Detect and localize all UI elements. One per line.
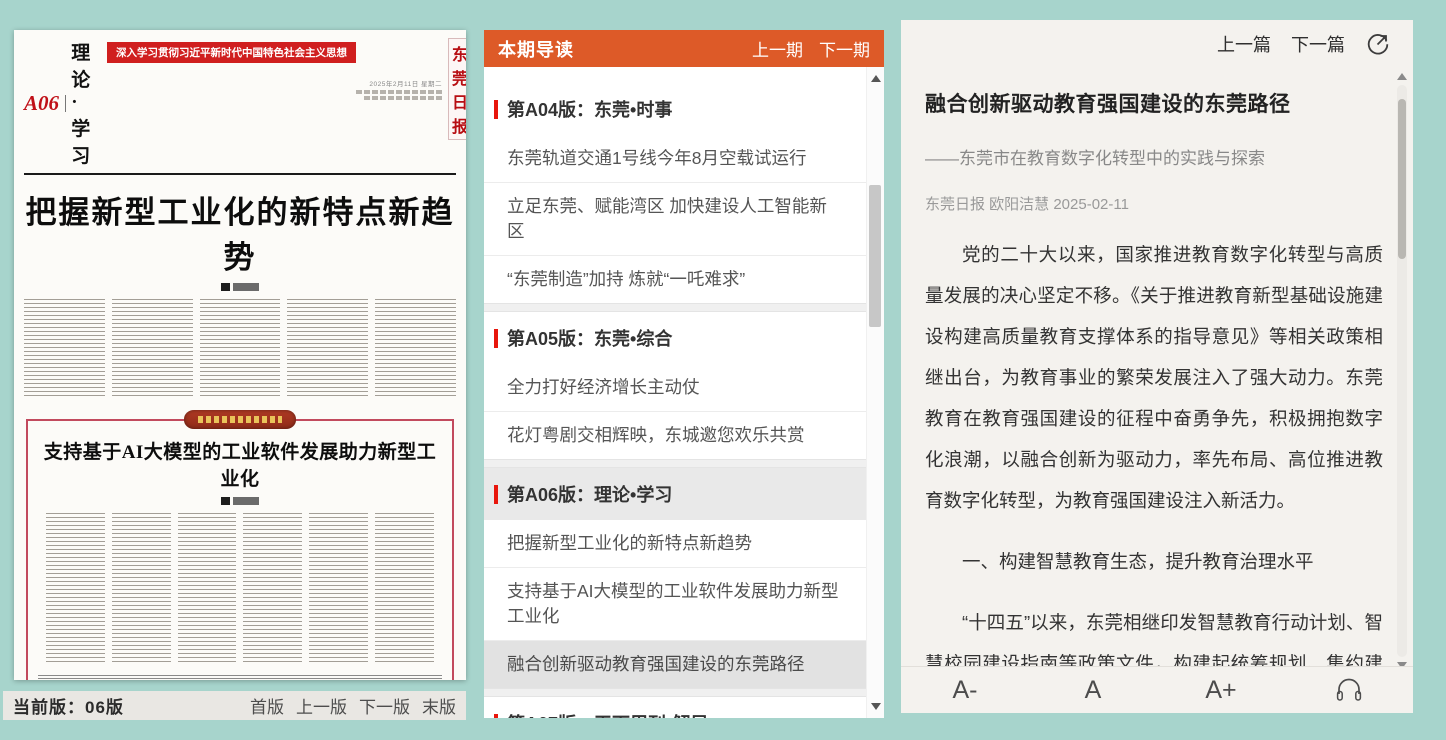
article-separator — [38, 675, 442, 679]
red-bar-icon — [494, 714, 498, 719]
listen-headphones-icon[interactable] — [1285, 677, 1413, 703]
guide-title: 本期导读 — [498, 36, 574, 62]
text-column — [200, 299, 281, 397]
section-gap — [484, 303, 867, 312]
paper-date-block: 2025年2月11日 星期二 — [356, 78, 442, 100]
article-link[interactable]: 全力打好经济增长主动仗 — [484, 364, 867, 411]
article1-headline: 把握新型工业化的新特点新趋势 — [14, 187, 466, 277]
newspaper-page-preview[interactable]: A06 理论·学习 深入学习贯彻习近平新时代中国特色社会主义思想 2025年2月… — [14, 30, 466, 680]
article2-headline: 支持基于AI大模型的工业软件发展助力新型工业化 — [36, 437, 444, 491]
text-column — [46, 513, 105, 663]
text-column — [178, 513, 237, 663]
text-column — [309, 513, 368, 663]
article1-text-columns — [14, 295, 466, 397]
article-subtitle: ——东莞市在教育数字化转型中的实践与探索 — [925, 144, 1383, 169]
article-link[interactable]: 花灯粤剧交相辉映，东城邀您欢乐共赏 — [484, 411, 867, 459]
current-page-label: 当前版：06版 — [13, 693, 124, 718]
section-link-a05[interactable]: 第A05版：东莞•综合 — [484, 312, 867, 364]
text-column — [24, 299, 105, 397]
section-link-a06[interactable]: 第A06版：理论•学习 — [484, 468, 867, 520]
featured-articles-box: 支持基于AI大模型的工业软件发展助力新型工业化 融合创新驱动教育强国建设的东莞路… — [26, 419, 454, 680]
section-link-a04[interactable]: 第A04版：东莞•时事 — [484, 83, 867, 135]
paper-date: 2025年2月11日 星期二 — [369, 78, 442, 88]
text-column — [375, 513, 434, 663]
masthead-area: 2025年2月11日 星期二 东莞日报 — [356, 38, 466, 140]
prev-issue-button[interactable]: 上一期 — [752, 36, 803, 61]
section-name: 理论·学习 — [71, 38, 93, 168]
article2-byline — [221, 497, 259, 505]
epaper-app: A06 理论·学习 深入学习贯彻习近平新时代中国特色社会主义思想 2025年2月… — [0, 0, 1446, 740]
fine-print-sim — [356, 90, 442, 94]
article-link[interactable]: “东莞制造”加持 炼就“一吒难求” — [484, 255, 867, 303]
theme-banner: 深入学习贯彻习近平新时代中国特色社会主义思想 — [107, 42, 356, 63]
text-column — [375, 299, 456, 397]
article-section-heading: 一、构建智慧教育生态，提升教育治理水平 — [925, 541, 1383, 582]
article-reader-panel: 上一篇 下一篇 融合创新驱动教育强国建设的东莞路径 ——东莞市在教育数字化转型中… — [901, 20, 1413, 713]
article-paragraph: “十四五”以来，东莞相继印发智慧教育行动计划、智慧校园建设指南等政策文件，构建起… — [925, 602, 1383, 667]
font-smaller-button[interactable]: A- — [901, 667, 1029, 713]
article-link-current[interactable]: 融合创新驱动教育强国建设的东莞路径 — [484, 640, 867, 688]
article-content: 融合创新驱动教育强国建设的东莞路径 ——东莞市在教育数字化转型中的实践与探索 东… — [901, 68, 1391, 667]
ribbon-decoration-icon — [184, 410, 296, 429]
article-byline: 东莞日报 欧阳洁慧 2025-02-11 — [925, 193, 1383, 214]
article-link[interactable]: 东莞轨道交通1号线今年8月空载试运行 — [484, 135, 867, 182]
share-icon[interactable] — [1365, 31, 1391, 57]
text-column — [243, 513, 302, 663]
first-page-button[interactable]: 首版 — [250, 693, 284, 718]
next-page-button[interactable]: 下一版 — [359, 693, 410, 718]
fine-print-sim — [364, 96, 442, 100]
article-paragraph: 党的二十大以来，国家推进教育数字化转型与高质量发展的决心坚定不移。《关于推进教育… — [925, 234, 1383, 521]
reader-toolbar: A- A A+ — [901, 666, 1413, 713]
last-page-button[interactable]: 末版 — [422, 693, 456, 718]
article1-byline — [221, 283, 259, 291]
page-navigation-bar: 当前版：06版 首版 上一版 下一版 末版 — [3, 691, 466, 720]
section-link-a07[interactable]: 第A07版：天下周刊•解局 — [484, 697, 867, 718]
prev-page-button[interactable]: 上一版 — [296, 693, 347, 718]
next-article-button[interactable]: 下一篇 — [1291, 31, 1345, 57]
red-bar-icon — [494, 100, 498, 119]
article-link[interactable]: 立足东莞、赋能湾区 加快建设人工智能新区 — [484, 182, 867, 255]
guide-header: 本期导读 上一期 下一期 — [484, 30, 884, 67]
text-column — [112, 513, 171, 663]
text-column — [112, 299, 193, 397]
issue-guide-panel: 本期导读 上一期 下一期 第A04版：东莞•时事 东莞轨道交通1号线今年8月空载… — [484, 30, 884, 718]
font-larger-button[interactable]: A+ — [1157, 667, 1285, 713]
reader-nav: 上一篇 下一篇 — [901, 20, 1413, 68]
paper-masthead: 东莞日报 — [448, 38, 466, 140]
red-bar-icon — [494, 329, 498, 348]
guide-list: 第A04版：东莞•时事 东莞轨道交通1号线今年8月空载试运行 立足东莞、赋能湾区… — [484, 67, 867, 718]
reader-scrollbar[interactable] — [1397, 85, 1407, 657]
article-link[interactable]: 支持基于AI大模型的工业软件发展助力新型工业化 — [484, 567, 867, 640]
header-rule — [24, 173, 456, 175]
article-title: 融合创新驱动教育强国建设的东莞路径 — [925, 88, 1383, 118]
prev-article-button[interactable]: 上一篇 — [1217, 31, 1271, 57]
article-link[interactable]: 把握新型工业化的新特点新趋势 — [484, 520, 867, 567]
newspaper-header: A06 理论·学习 深入学习贯彻习近平新时代中国特色社会主义思想 2025年2月… — [14, 30, 466, 171]
red-bar-icon — [494, 485, 498, 504]
article2-text-columns — [36, 509, 444, 663]
reader-scrollbar-thumb[interactable] — [1398, 99, 1406, 259]
next-issue-button[interactable]: 下一期 — [819, 36, 870, 61]
page-number: A06 — [24, 91, 59, 116]
font-normal-button[interactable]: A — [1029, 667, 1157, 713]
text-column — [287, 299, 368, 397]
guide-scrollbar[interactable] — [866, 67, 884, 718]
section-gap — [484, 459, 867, 468]
page-section-label: A06 理论·学习 — [24, 38, 93, 168]
scroll-up-arrow-icon[interactable] — [871, 75, 881, 82]
guide-scrollbar-thumb[interactable] — [869, 185, 881, 327]
scroll-up-arrow-icon[interactable] — [1397, 73, 1407, 80]
scroll-down-arrow-icon[interactable] — [871, 703, 881, 710]
section-gap — [484, 688, 867, 697]
